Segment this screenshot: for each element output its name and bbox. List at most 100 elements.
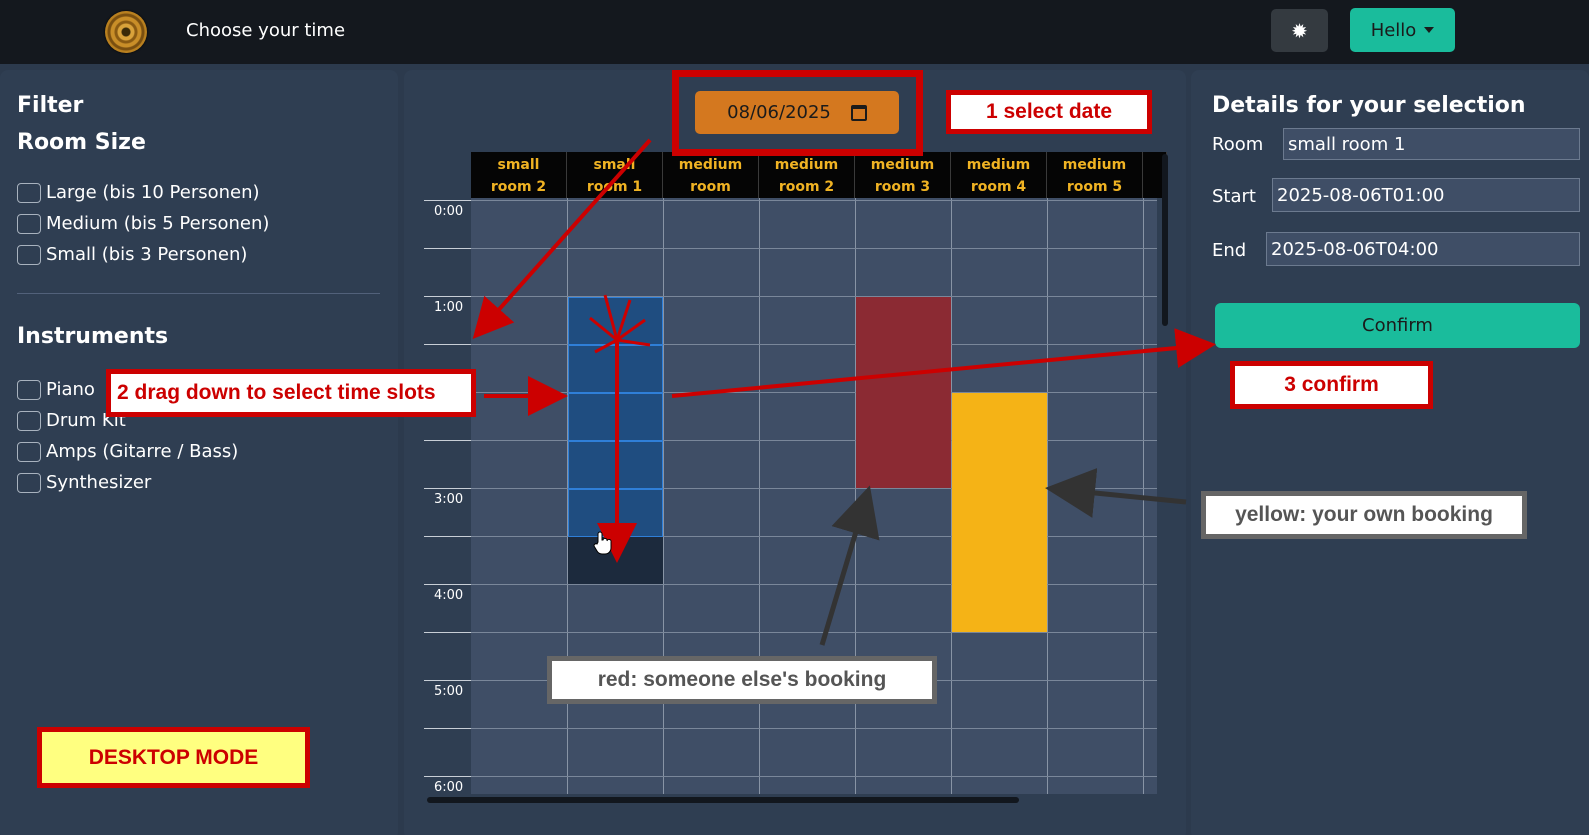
grid-row-line: [471, 584, 1157, 585]
selected-slot[interactable]: [568, 489, 663, 537]
annotation-step2: 2 drag down to select time slots: [106, 369, 476, 417]
user-menu-button[interactable]: Hello: [1350, 8, 1455, 52]
grid-row-line: [471, 728, 1157, 729]
filter-title: Filter: [17, 93, 84, 118]
time-tick: [424, 632, 471, 633]
time-label: 0:00: [434, 204, 464, 219]
checkbox[interactable]: [17, 213, 41, 234]
time-tick: [424, 296, 471, 297]
selected-slot[interactable]: [568, 441, 663, 489]
annotation-date-frame: [672, 70, 923, 156]
room-header-line2: room 2: [490, 179, 547, 195]
time-tick: [424, 680, 471, 681]
selected-slot[interactable]: [568, 393, 663, 441]
annotation-desktop-mode: DESKTOP MODE: [37, 727, 310, 788]
time-label: 6:00: [434, 780, 464, 795]
grid-row-line: [471, 248, 1157, 249]
time-tick: [424, 728, 471, 729]
booking-own[interactable]: [952, 393, 1047, 632]
checkbox-label: Synthesizer: [46, 472, 152, 493]
checkbox[interactable]: [17, 379, 41, 400]
grid-column-line: [759, 198, 760, 794]
top-navbar: Choose your time ✹ Hello: [0, 0, 1589, 64]
room-header-line1: medium: [678, 157, 743, 173]
vinyl-logo-icon[interactable]: [105, 11, 147, 53]
grid-column-line: [663, 198, 664, 794]
app-title: Choose your time: [186, 20, 346, 41]
grid-row-line: [471, 200, 1157, 201]
checkbox[interactable]: [17, 182, 41, 203]
checkbox[interactable]: [17, 410, 41, 431]
room-header-line2: room 2: [778, 179, 835, 195]
room-header-medium-room-4: medium room 4: [951, 152, 1047, 198]
filter-instrument-synthesizer[interactable]: Synthesizer: [17, 472, 151, 493]
booking-other-user: [856, 297, 951, 488]
room-header-line1: medium: [870, 157, 935, 173]
annotation-red-note: red: someone else's booking: [547, 656, 937, 704]
checkbox-label: Large (bis 10 Personen): [46, 182, 260, 203]
room-header-medium-room-2: medium room 2: [759, 152, 855, 198]
room-header-line2: room 1: [586, 179, 643, 195]
grid-row-line: [471, 632, 1157, 633]
time-label: 5:00: [434, 684, 464, 699]
confirm-button[interactable]: Confirm: [1215, 303, 1580, 348]
filter-room-size-large[interactable]: Large (bis 10 Personen): [17, 182, 260, 203]
room-header-line1: medium: [966, 157, 1031, 173]
horizontal-scrollbar[interactable]: [427, 797, 1019, 803]
annotation-yellow-note: yellow: your own booking: [1201, 491, 1527, 539]
selected-slot[interactable]: [568, 345, 663, 393]
checkbox-label: Small (bis 3 Personen): [46, 244, 248, 265]
annotation-step1: 1 select date: [946, 90, 1152, 134]
hover-slot[interactable]: [568, 537, 663, 584]
instruments-title: Instruments: [17, 324, 169, 349]
time-label: 1:00: [434, 300, 464, 315]
room-header-line2: room 5: [1066, 179, 1123, 195]
grid-column-line: [1047, 198, 1048, 794]
room-header-line1: small: [497, 157, 540, 173]
grid-column-line: [1143, 198, 1144, 794]
checkbox-label: Piano: [46, 379, 95, 400]
filter-instrument-piano[interactable]: Piano: [17, 379, 95, 400]
annotation-step3: 3 confirm: [1230, 361, 1433, 409]
checkbox[interactable]: [17, 472, 41, 493]
time-tick: [424, 584, 471, 585]
time-tick: [424, 200, 471, 201]
grid-row-line: [471, 776, 1157, 777]
room-header-line1: medium: [1062, 157, 1127, 173]
details-title: Details for your selection: [1212, 93, 1526, 118]
filter-instrument-amps[interactable]: Amps (Gitarre / Bass): [17, 441, 238, 462]
caret-down-icon: [1424, 27, 1435, 33]
room-header-line2: room 4: [970, 179, 1027, 195]
checkbox[interactable]: [17, 441, 41, 462]
user-menu-label: Hello: [1370, 19, 1417, 41]
time-tick: [424, 536, 471, 537]
checkbox[interactable]: [17, 244, 41, 265]
end-field[interactable]: 2025-08-06T04:00: [1266, 232, 1580, 266]
room-header-small-room-1: small room 1: [567, 152, 663, 198]
room-header-small-room-2: small room 2: [471, 152, 567, 198]
room-size-title: Room Size: [17, 130, 146, 155]
selected-slot[interactable]: [568, 297, 663, 345]
time-label: 3:00: [434, 492, 464, 507]
theme-toggle-button[interactable]: ✹: [1271, 9, 1328, 52]
room-header-line2: room 3: [874, 179, 931, 195]
time-tick: [424, 488, 471, 489]
filter-divider: [17, 293, 380, 294]
filter-room-size-small[interactable]: Small (bis 3 Personen): [17, 244, 247, 265]
checkbox-label: Medium (bis 5 Personen): [46, 213, 270, 234]
filter-room-size-medium[interactable]: Medium (bis 5 Personen): [17, 213, 269, 234]
room-header-medium-room-3: medium room 3: [855, 152, 951, 198]
end-label: End: [1212, 240, 1247, 261]
time-tick: [424, 248, 471, 249]
time-tick: [424, 440, 471, 441]
vertical-scrollbar[interactable]: [1162, 154, 1168, 326]
start-field[interactable]: 2025-08-06T01:00: [1272, 178, 1580, 212]
room-field[interactable]: small room 1: [1283, 128, 1580, 160]
start-label: Start: [1212, 186, 1256, 207]
grid-column-line: [855, 198, 856, 794]
room-header-line1: medium: [774, 157, 839, 173]
room-header-medium-room: medium room: [663, 152, 759, 198]
sun-icon: ✹: [1291, 18, 1308, 43]
room-header-medium-room-5: medium room 5: [1047, 152, 1143, 198]
time-label: 4:00: [434, 588, 464, 603]
